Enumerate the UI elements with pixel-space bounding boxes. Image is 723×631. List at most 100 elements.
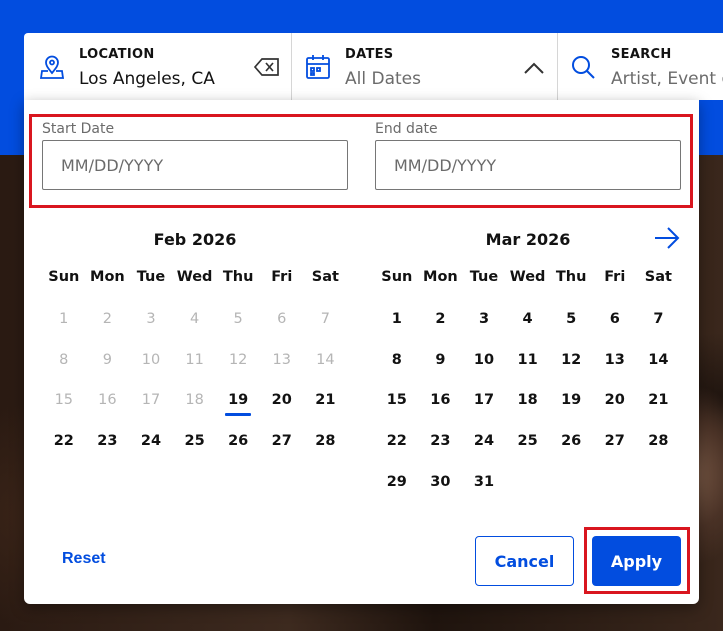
calendar-day[interactable]: 4 — [506, 299, 550, 340]
calendar-day[interactable]: 20 — [593, 380, 637, 421]
calendar-day[interactable]: 11 — [506, 340, 550, 381]
location-selector[interactable]: LOCATION Los Angeles, CA — [24, 33, 292, 100]
arrow-right-icon[interactable] — [653, 226, 681, 250]
location-pin-icon — [39, 54, 65, 84]
cancel-button[interactable]: Cancel — [475, 536, 574, 586]
calendar-day[interactable]: 5 — [549, 299, 593, 340]
calendar-day[interactable]: 31 — [462, 461, 506, 502]
calendar-day[interactable]: 12 — [549, 340, 593, 381]
calendar-day[interactable]: 7 — [637, 299, 681, 340]
calendar-day: 11 — [185, 351, 204, 368]
weekday-header: Wed — [509, 269, 546, 285]
calendar-day: 5 — [233, 311, 243, 328]
calendar-day[interactable]: 24 — [129, 421, 173, 462]
calendar-day[interactable]: 28 — [637, 421, 681, 462]
end-date-input[interactable] — [375, 140, 681, 190]
calendar-day: 15 — [54, 392, 74, 409]
calendar-day[interactable]: 14 — [637, 340, 681, 381]
end-date-label: End date — [375, 121, 438, 137]
weekday-header: Wed — [176, 269, 213, 285]
weekday-header: Mon — [90, 269, 125, 285]
calendar-day[interactable]: 26 — [549, 421, 593, 462]
calendar-day: 4 — [189, 311, 200, 328]
weekday-header: Thu — [222, 269, 254, 285]
weekday-header: Fri — [271, 269, 293, 285]
weekday-header: Sun — [381, 269, 413, 285]
calendar-day[interactable]: 18 — [506, 380, 550, 421]
calendar-day[interactable]: 10 — [462, 340, 506, 381]
calendar-day-empty — [593, 461, 637, 502]
calendar-day: 9 — [102, 351, 112, 368]
calendar-day[interactable]: 28 — [304, 421, 348, 462]
calendar-day[interactable]: 6 — [593, 299, 637, 340]
calendar-day[interactable]: 30 — [419, 461, 463, 502]
calendar-day[interactable]: 25 — [506, 421, 550, 462]
location-label: LOCATION — [79, 47, 155, 62]
calendar-day[interactable]: 3 — [462, 299, 506, 340]
calendar-day: 17 — [141, 392, 161, 409]
calendar-day[interactable]: 15 — [375, 380, 419, 421]
calendar-day[interactable]: 19 — [549, 380, 593, 421]
calendar-day-empty — [549, 461, 593, 502]
dates-value: All Dates — [345, 69, 421, 89]
calendar-mar: Sun Mon Tue Wed Thu Fri Sat 1 2 3 4 5 6 7 8 9 10 11 12 13 14… — [375, 262, 680, 502]
calendar-day: 3 — [146, 311, 156, 328]
calendar-day-today[interactable]: 19 — [216, 380, 260, 421]
calendar-day: 7 — [320, 311, 330, 328]
calendar-day: 14 — [316, 351, 335, 368]
search-label: SEARCH — [611, 47, 672, 62]
start-date-input[interactable] — [42, 140, 348, 190]
dates-selector[interactable]: DATES All Dates — [292, 33, 558, 100]
chevron-up-icon[interactable] — [523, 60, 545, 79]
reset-button[interactable]: Reset — [62, 550, 106, 568]
location-value: Los Angeles, CA — [79, 69, 215, 89]
calendar-day: 6 — [277, 311, 287, 328]
calendar-day: 2 — [102, 311, 112, 328]
search-field[interactable]: SEARCH Artist, Event or Venue — [558, 33, 723, 100]
calendar-day[interactable]: 8 — [375, 340, 419, 381]
calendar-day[interactable]: 17 — [462, 380, 506, 421]
weekday-header: Sat — [311, 269, 339, 285]
calendar-day-empty — [506, 461, 550, 502]
start-date-label: Start Date — [42, 121, 115, 137]
search-bar: LOCATION Los Angeles, CA DATES All Dates — [24, 33, 723, 100]
calendar-day[interactable]: 20 — [260, 380, 304, 421]
calendar-day[interactable]: 22 — [42, 421, 86, 462]
calendar-day[interactable]: 23 — [419, 421, 463, 462]
calendar-day: 16 — [98, 392, 117, 409]
calendar-day: 12 — [228, 351, 248, 368]
calendar-day: 10 — [141, 351, 161, 368]
calendar-day[interactable]: 1 — [375, 299, 419, 340]
weekday-header: Mon — [423, 269, 458, 285]
backspace-clear-icon[interactable] — [253, 57, 280, 81]
search-icon — [570, 54, 596, 84]
calendar-day[interactable]: 25 — [173, 421, 217, 462]
calendar-day-empty — [637, 461, 681, 502]
weekday-header: Tue — [136, 269, 166, 285]
month-title-feb: Feb 2026 — [153, 230, 237, 249]
weekday-header: Thu — [555, 269, 587, 285]
calendar-day: 18 — [185, 392, 204, 409]
calendar-day[interactable]: 9 — [419, 340, 463, 381]
calendar-day[interactable]: 27 — [260, 421, 304, 462]
calendar-day: 1 — [59, 311, 69, 328]
calendar-day[interactable]: 16 — [419, 380, 463, 421]
dates-label: DATES — [345, 47, 394, 62]
calendar-day[interactable]: 24 — [462, 421, 506, 462]
calendar-day[interactable]: 2 — [419, 299, 463, 340]
calendar-day[interactable]: 22 — [375, 421, 419, 462]
calendar-day[interactable]: 21 — [304, 380, 348, 421]
weekday-header: Fri — [604, 269, 626, 285]
calendar-feb: Sun Mon Tue Wed Thu Fri Sat 1 2 3 4 5 6 7 8 9 10 11 12 13 14… — [42, 262, 347, 461]
weekday-header: Tue — [469, 269, 499, 285]
calendar-day[interactable]: 26 — [216, 421, 260, 462]
calendar-day: 8 — [59, 351, 69, 368]
apply-button[interactable]: Apply — [592, 536, 681, 586]
calendar-day[interactable]: 13 — [593, 340, 637, 381]
calendar-day[interactable]: 21 — [637, 380, 681, 421]
calendar-day[interactable]: 27 — [593, 421, 637, 462]
weekday-header: Sun — [48, 269, 80, 285]
calendar-day[interactable]: 23 — [86, 421, 130, 462]
weekday-header: Sat — [644, 269, 672, 285]
calendar-day[interactable]: 29 — [375, 461, 419, 502]
